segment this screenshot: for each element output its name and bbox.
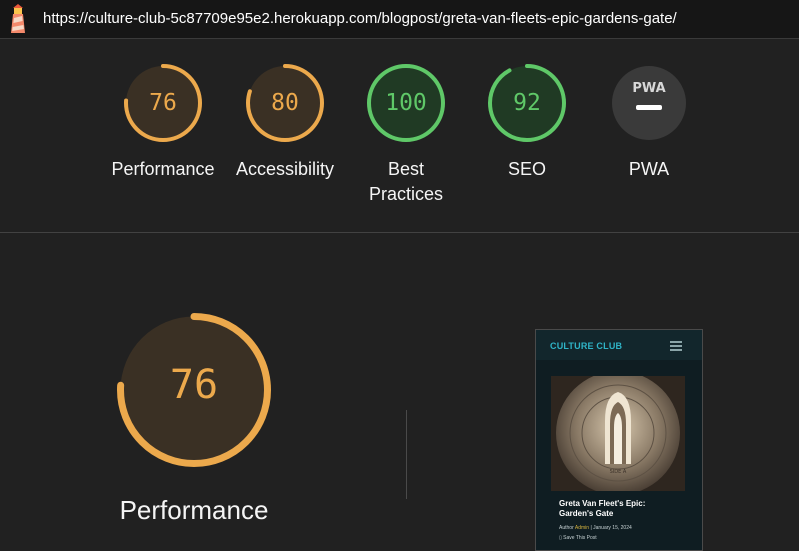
performance-big-gauge[interactable]: 76 (116, 312, 272, 468)
meta-author-prefix: Author (559, 525, 574, 531)
thumbnail-post-meta: Author Admin | January 15, 2024 (559, 525, 689, 531)
seo-gauge[interactable]: 92 SEO (487, 63, 567, 179)
meta-date: | January 15, 2024 (590, 525, 632, 531)
final-screenshot-thumbnail[interactable]: CULTURE CLUB SIDE A Greta Van Fleet's Ep… (535, 329, 703, 551)
thumbnail-save-post: ▯ Save This Post (559, 535, 597, 541)
pwa-dash-icon (636, 105, 662, 110)
pwa-label: PWA (628, 159, 670, 179)
accessibility-score: 80 (271, 90, 299, 116)
meta-author: Admin (574, 525, 590, 531)
performance-big-label: Performance (119, 495, 269, 525)
best-practices-gauge[interactable]: 100 Best Practices (366, 63, 446, 204)
seo-score: 92 (513, 90, 541, 116)
save-post-label: Save This Post (563, 535, 597, 541)
performance-gauge[interactable]: 76 Performance (111, 63, 215, 179)
vertical-divider (406, 410, 407, 499)
thumbnail-post-title: Greta Van Fleet's Epic: Garden's Gate (559, 499, 646, 518)
report-url-bar: https://culture-club-5c87709e95e2.heroku… (0, 0, 799, 39)
pwa-gauge[interactable]: PWA PWA (609, 63, 689, 179)
thumbnail-navbar: CULTURE CLUB (536, 330, 702, 360)
lighthouse-icon (11, 4, 25, 33)
report-url[interactable]: https://culture-club-5c87709e95e2.heroku… (43, 10, 677, 27)
album-cover-image: SIDE A (551, 376, 685, 491)
performance-big-score: 76 (169, 362, 219, 408)
section-divider (0, 232, 799, 233)
thumbnail-brand: CULTURE CLUB (550, 341, 623, 351)
accessibility-gauge[interactable]: 80 Accessibility (236, 63, 334, 179)
pwa-badge-icon: PWA (632, 81, 665, 96)
pwa-gauge-arc: PWA (612, 66, 686, 140)
svg-text:SIDE A: SIDE A (610, 469, 627, 475)
best-practices-score: 100 (385, 90, 427, 116)
hamburger-icon (670, 341, 682, 351)
bookmark-icon: ▯ (559, 535, 562, 541)
performance-score: 76 (149, 90, 177, 116)
